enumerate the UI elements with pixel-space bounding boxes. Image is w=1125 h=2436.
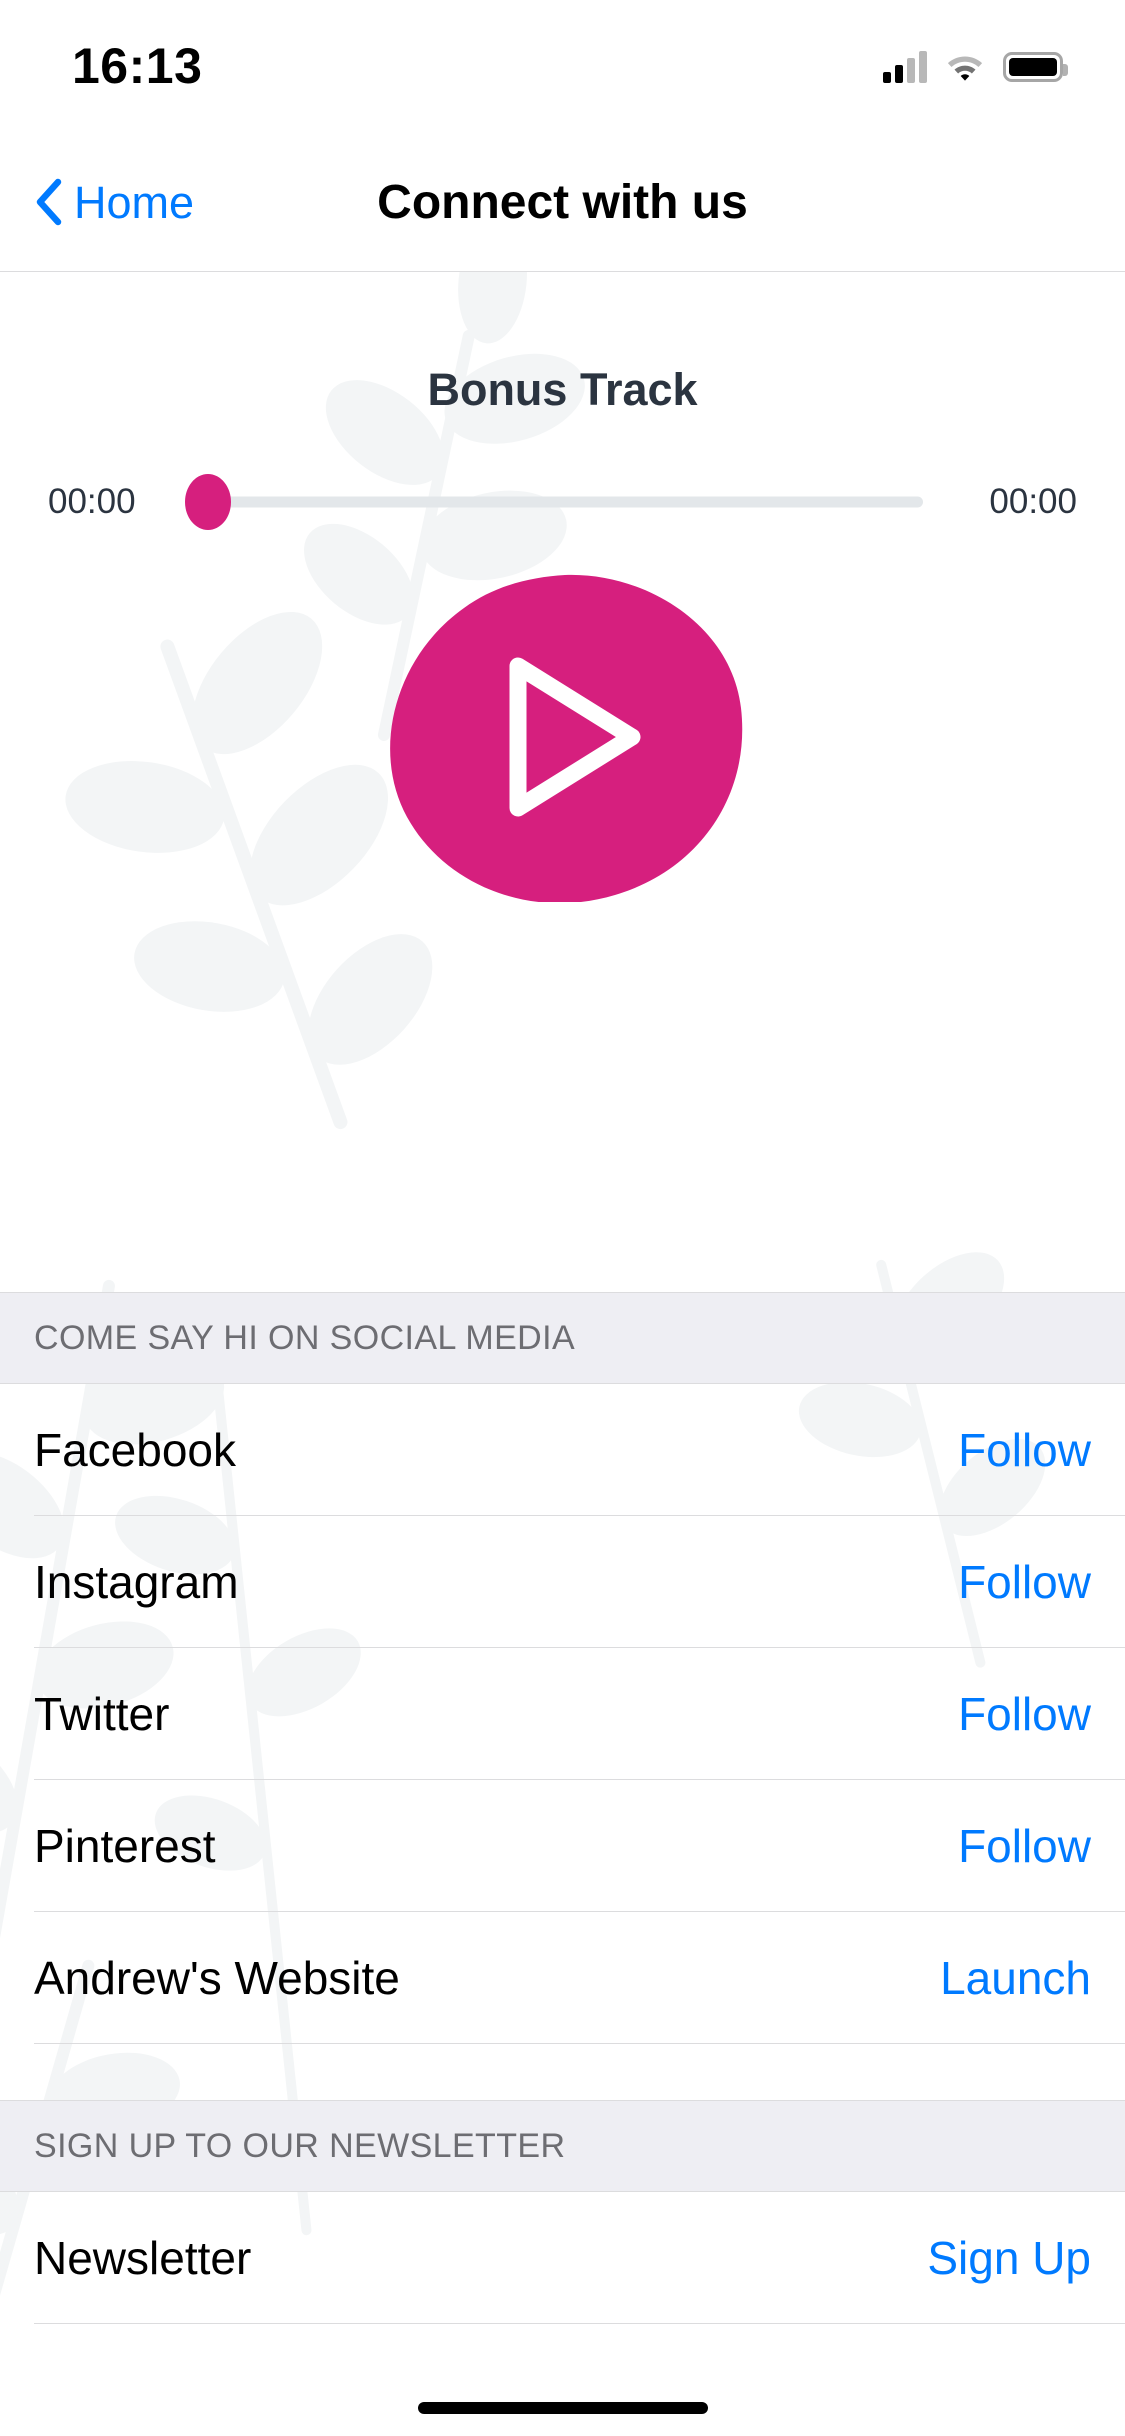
track-title: Bonus Track <box>427 364 698 415</box>
list-item-instagram[interactable]: Instagram Follow <box>0 1516 1125 1648</box>
status-bar: 16:13 <box>0 0 1125 132</box>
newsletter-list: Newsletter Sign Up <box>0 2192 1125 2324</box>
cellular-bars-icon <box>883 51 927 83</box>
list-item-twitter[interactable]: Twitter Follow <box>0 1648 1125 1780</box>
row-label: Facebook <box>34 1424 237 1476</box>
play-button-blob <box>389 574 742 902</box>
progress-slider[interactable] <box>185 472 923 532</box>
list-item-pinterest[interactable]: Pinterest Follow <box>0 1780 1125 1912</box>
slider-track <box>202 496 923 508</box>
list-item-andrews-website[interactable]: Andrew's Website Launch <box>0 1912 1125 2044</box>
elapsed-time-label: 00:00 <box>48 482 136 521</box>
status-indicators <box>883 38 1068 96</box>
slider-thumb[interactable] <box>185 474 231 530</box>
list-item-newsletter[interactable]: Newsletter Sign Up <box>0 2192 1125 2324</box>
social-links-list: Facebook Follow Instagram Follow Twitter… <box>0 1384 1125 2044</box>
row-label: Newsletter <box>34 2232 252 2284</box>
home-indicator <box>417 2402 708 2414</box>
follow-action[interactable]: Follow <box>958 1819 1091 1873</box>
playback-scrubber: 00:00 00:00 <box>0 462 1125 542</box>
row-label: Twitter <box>34 1688 170 1740</box>
section-header-newsletter: SIGN UP TO OUR NEWSLETTER <box>0 2100 1125 2192</box>
wifi-icon <box>943 49 987 86</box>
battery-icon <box>1003 52 1068 82</box>
signup-action[interactable]: Sign Up <box>927 2231 1091 2285</box>
app-screen: 16:13 Home Connect with us Bonus Track 0… <box>0 0 1125 2436</box>
play-button[interactable] <box>382 572 744 902</box>
row-label: Instagram <box>34 1556 239 1608</box>
total-time-label: 00:00 <box>989 482 1077 521</box>
navigation-bar: Home Connect with us <box>0 132 1125 272</box>
page-title: Connect with us <box>377 175 748 229</box>
row-label: Andrew's Website <box>34 1952 400 2004</box>
launch-action[interactable]: Launch <box>940 1951 1091 2005</box>
status-time: 16:13 <box>72 38 203 94</box>
follow-action[interactable]: Follow <box>958 1423 1091 1477</box>
follow-action[interactable]: Follow <box>958 1555 1091 1609</box>
follow-action[interactable]: Follow <box>958 1687 1091 1741</box>
row-label: Pinterest <box>34 1820 216 1872</box>
audio-player: Bonus Track 00:00 00:00 <box>0 272 1125 1252</box>
list-item-facebook[interactable]: Facebook Follow <box>0 1384 1125 1516</box>
section-header-social: COME SAY HI ON SOCIAL MEDIA <box>0 1292 1125 1384</box>
